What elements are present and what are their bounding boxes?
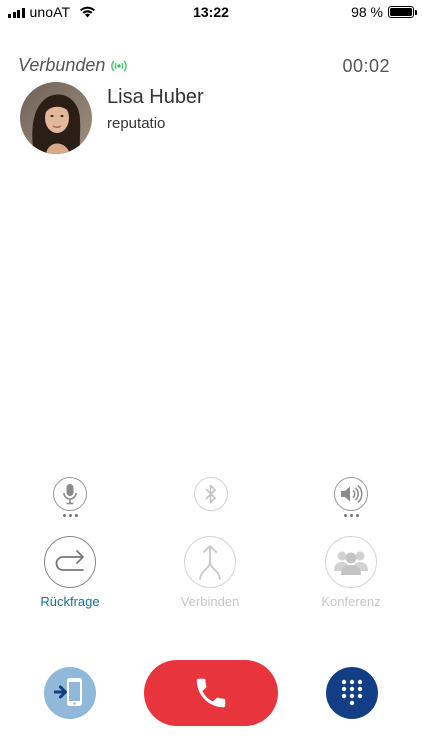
status-bar: unoAT 13:22 98 % <box>0 0 422 24</box>
battery-level <box>390 8 412 16</box>
battery-icon <box>388 6 417 18</box>
merge-calls-label: Verbinden <box>180 594 240 609</box>
avatar <box>20 82 92 154</box>
consult-call-circle <box>44 536 96 588</box>
transfer-button[interactable] <box>44 667 96 719</box>
status-right: 98 % <box>351 4 417 20</box>
merge-calls-button[interactable]: Verbinden <box>165 536 255 609</box>
merge-calls-circle <box>184 536 236 588</box>
battery-percentage: 98 % <box>351 4 383 20</box>
bluetooth-button[interactable] <box>193 477 229 521</box>
conference-label: Konferenz <box>321 594 381 609</box>
end-call-icon <box>196 678 226 708</box>
more-options-dots <box>343 514 359 517</box>
contact-name: Lisa Huber <box>107 86 204 108</box>
contact-company: reputatio <box>107 115 166 132</box>
call-state-label: Verbunden <box>18 55 106 75</box>
bluetooth-icon <box>205 484 216 504</box>
mute-button[interactable] <box>52 477 88 521</box>
transfer-to-phone-icon <box>54 678 82 706</box>
call-timer: 00:02 <box>342 56 390 76</box>
speaker-circle <box>334 477 368 511</box>
dialpad-button[interactable] <box>326 667 378 719</box>
speaker-icon <box>341 484 363 504</box>
dialpad-icon <box>341 679 363 706</box>
connected-signal-icon <box>111 60 128 71</box>
conference-circle <box>325 536 377 588</box>
speaker-button[interactable] <box>333 477 369 521</box>
conference-icon <box>334 551 368 575</box>
hang-up-button[interactable] <box>144 660 278 726</box>
consult-call-icon <box>55 550 84 571</box>
mute-circle <box>53 477 87 511</box>
consult-call-label: Rückfrage <box>40 594 100 609</box>
call-state: Verbunden <box>18 55 128 76</box>
consult-call-button[interactable]: Rückfrage <box>25 536 115 609</box>
conference-button[interactable]: Konferenz <box>306 536 396 609</box>
avatar-photo <box>20 82 92 154</box>
microphone-icon <box>63 484 77 505</box>
merge-icon <box>199 545 221 580</box>
more-options-dots <box>62 514 78 517</box>
bluetooth-circle <box>194 477 228 511</box>
